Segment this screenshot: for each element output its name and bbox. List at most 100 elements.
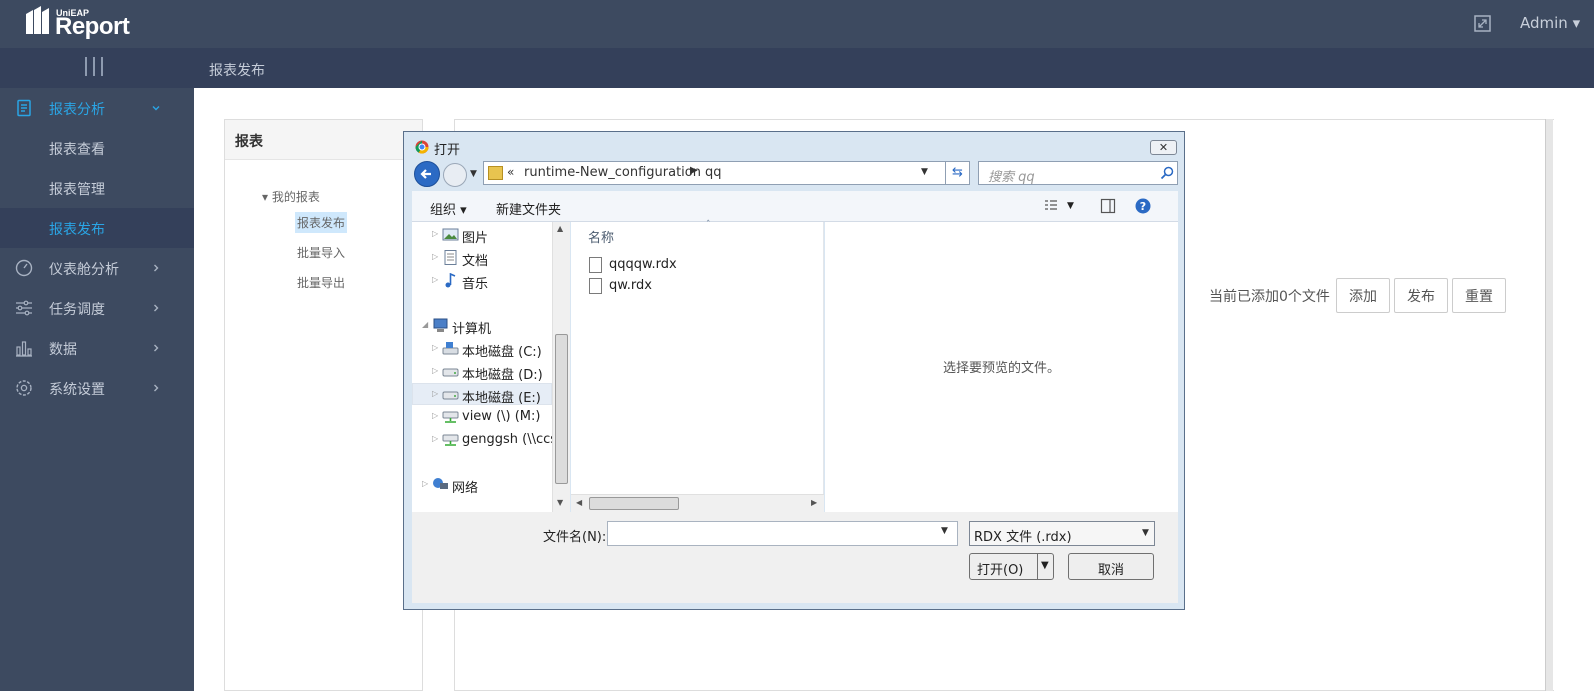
nav-item-computer[interactable]: ◢ 计算机: [412, 315, 552, 337]
chevron-down-icon: [152, 106, 160, 111]
nav-item-drive-d[interactable]: ▷ 本地磁盘 (D:): [412, 361, 552, 383]
nav-item-genggsh[interactable]: ▷ genggsh (\\ccse: [412, 429, 552, 451]
user-menu[interactable]: Admin ▾: [1520, 14, 1580, 32]
page-scrollbar[interactable]: [1545, 119, 1553, 691]
search-placeholder: 搜索 qq: [988, 170, 1035, 185]
logo-icon: [26, 6, 49, 34]
bar-chart-icon: [16, 341, 32, 357]
nav-item-view-m[interactable]: ▷ view (\) (M:): [412, 406, 552, 428]
scroll-down-icon[interactable]: ▼: [557, 498, 563, 507]
path-segment[interactable]: qq: [705, 165, 722, 180]
back-button[interactable]: [414, 161, 440, 187]
sidebar-subitem-report-publish[interactable]: 报表发布: [0, 208, 194, 248]
name-column-header[interactable]: 名称: [588, 227, 614, 246]
scroll-up-icon[interactable]: ▲: [557, 224, 563, 233]
nav-item-pictures[interactable]: ▷ 图片: [412, 224, 552, 246]
new-folder-button[interactable]: 新建文件夹: [496, 199, 561, 218]
document-icon: [444, 250, 457, 265]
dialog-title: 打开: [434, 143, 461, 158]
view-dropdown-icon[interactable]: ▼: [1067, 201, 1074, 211]
sidebar-subitem-report-manage[interactable]: 报表管理: [0, 168, 194, 208]
logo[interactable]: UniEAP Report: [24, 4, 144, 42]
network-drive-icon: [442, 411, 459, 423]
path-segment[interactable]: runtime-New_configuration: [524, 165, 701, 180]
sidebar-item-dashboard[interactable]: 仪表舱分析: [0, 248, 194, 288]
dialog-toolbar: 组织 ▾ 新建文件夹 ▼ ?: [412, 191, 1178, 222]
nav-item-music[interactable]: ▷ 音乐: [412, 270, 552, 292]
nav-item-drive-c[interactable]: ▷ 本地磁盘 (C:): [412, 338, 552, 360]
tree-item-batch-import[interactable]: 批量导入: [295, 242, 347, 263]
search-icon: [1160, 166, 1174, 180]
drive-icon: [442, 342, 459, 355]
nav-item-drive-e[interactable]: ▷ 本地磁盘 (E:): [412, 383, 552, 406]
sidebar-item-report-analysis[interactable]: 报表分析: [0, 88, 194, 128]
path-overflow[interactable]: «: [507, 165, 514, 179]
gear-icon: [16, 380, 32, 396]
history-dropdown-icon[interactable]: ▼: [470, 169, 477, 179]
preview-pane-icon[interactable]: [1100, 198, 1116, 214]
sidebar-item-label: 报表分析: [49, 102, 105, 118]
open-dropdown-icon[interactable]: ▼: [1041, 560, 1049, 571]
computer-icon: [433, 318, 448, 332]
file-icon: [589, 278, 602, 294]
file-list: 名称 ˆ qqqqw.rdx qw.rdx: [571, 220, 824, 512]
sidebar-subitem-report-view[interactable]: 报表查看: [0, 128, 194, 168]
logo-brand-text: Report: [55, 13, 130, 40]
gauge-icon: [15, 259, 33, 277]
file-list-scroll-thumb[interactable]: [589, 497, 679, 510]
tree-item-batch-export[interactable]: 批量导出: [295, 272, 347, 293]
sidebar: 报表分析 报表查看 报表管理 报表发布 仪表舱分析 任务调度 数据 系统设置: [0, 88, 194, 691]
chevron-right-icon: [154, 344, 159, 352]
sidebar-item-system-settings[interactable]: 系统设置: [0, 368, 194, 408]
breadcrumb: 报表发布: [209, 63, 265, 79]
tree-root-my-reports[interactable]: ▾ 我的报表: [262, 188, 320, 205]
view-options-icon[interactable]: [1043, 198, 1059, 214]
path-separator-icon[interactable]: ▶: [690, 165, 698, 176]
sidebar-item-task-schedule[interactable]: 任务调度: [0, 288, 194, 328]
refresh-button[interactable]: ⇆: [945, 161, 970, 185]
sidebar-subitem-label: 报表管理: [49, 182, 105, 198]
cancel-button[interactable]: 取消: [1068, 553, 1154, 580]
dialog-bottom-area: 文件名(N): ▼ RDX 文件 (.rdx) ▼ 打开(O) ▼ 取消: [412, 512, 1178, 603]
forward-button[interactable]: [443, 163, 467, 187]
address-bar[interactable]: « runtime-New_configuration ▶ qq ▼: [483, 161, 946, 185]
filename-dropdown-icon[interactable]: ▼: [941, 526, 948, 536]
preview-text: 选择要预览的文件。: [943, 361, 1061, 376]
sidebar-item-label: 仪表舱分析: [49, 262, 119, 278]
scroll-right-icon[interactable]: ▶: [811, 498, 817, 507]
publish-button[interactable]: 发布: [1394, 278, 1448, 313]
chevron-right-icon: [154, 304, 159, 312]
chrome-icon: [415, 140, 429, 154]
sidebar-item-label: 数据: [49, 342, 77, 358]
music-icon: [445, 273, 456, 288]
reset-button[interactable]: 重置: [1452, 278, 1506, 313]
report-panel-title: 报表: [235, 134, 263, 150]
nav-item-documents[interactable]: ▷ 文档: [412, 247, 552, 269]
sliders-icon: [16, 300, 32, 316]
tree-item-report-publish[interactable]: 报表发布: [295, 212, 348, 233]
open-button[interactable]: 打开(O) ▼: [969, 553, 1054, 580]
file-icon: [589, 257, 602, 273]
filename-input[interactable]: [607, 521, 958, 546]
top-bar: UniEAP Report Admin ▾: [0, 0, 1594, 48]
help-icon[interactable]: ?: [1135, 198, 1151, 214]
organize-button[interactable]: 组织 ▾: [430, 199, 467, 218]
report-tree-panel: 报表 ▾ 我的报表 报表发布 批量导入 批量导出: [224, 119, 423, 691]
filename-label: 文件名(N):: [543, 530, 607, 545]
nav-item-network[interactable]: ▷ 网络: [412, 474, 552, 496]
file-list-hscrollbar[interactable]: ◀ ▶: [571, 494, 824, 512]
menu-toggle-icon[interactable]: [84, 57, 104, 77]
fullscreen-icon[interactable]: [1474, 15, 1491, 32]
sidebar-subitem-label: 报表查看: [49, 142, 105, 158]
filetype-select[interactable]: RDX 文件 (.rdx) ▼: [969, 521, 1155, 546]
nav-pane-scrollbar[interactable]: ▲ ▼: [552, 222, 570, 512]
drive-icon: [442, 391, 459, 400]
dialog-close-button[interactable]: ✕: [1150, 140, 1177, 155]
scroll-left-icon[interactable]: ◀: [576, 498, 582, 507]
sidebar-item-data[interactable]: 数据: [0, 328, 194, 368]
nav-pane-scroll-thumb[interactable]: [555, 334, 568, 484]
address-dropdown-icon[interactable]: ▼: [921, 167, 928, 177]
sidebar-subitem-label: 报表发布: [49, 222, 105, 238]
search-input[interactable]: 搜索 qq: [978, 161, 1178, 185]
add-button[interactable]: 添加: [1336, 278, 1390, 313]
